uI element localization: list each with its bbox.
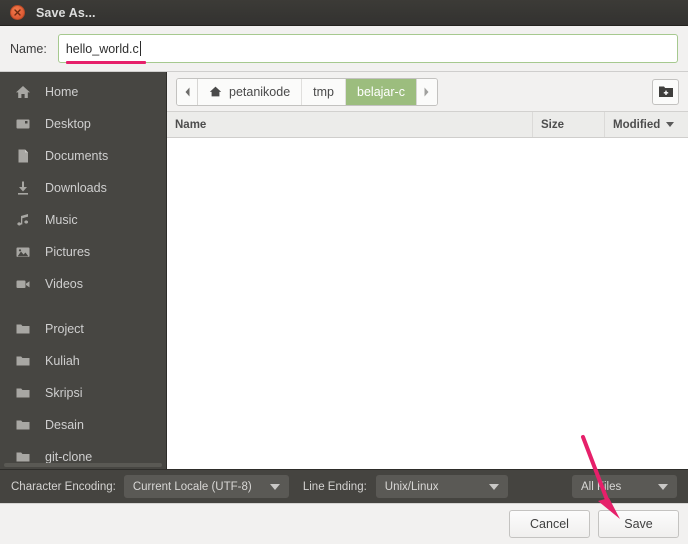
save-button[interactable]: Save — [598, 510, 679, 538]
breadcrumb-item-belajar-c[interactable]: belajar-c — [346, 78, 416, 105]
chevron-down-icon — [269, 483, 280, 490]
column-header-modified[interactable]: Modified — [605, 112, 688, 137]
name-row: Name: hello_world.c — [0, 26, 688, 71]
breadcrumb-item-petanikode[interactable]: petanikode — [198, 78, 303, 105]
chevron-left-icon[interactable] — [177, 78, 198, 105]
breadcrumb-label: belajar-c — [357, 84, 405, 99]
filter-value: All Files — [581, 480, 622, 493]
sidebar-item-label: Desktop — [45, 117, 91, 131]
breadcrumb-item-tmp[interactable]: tmp — [302, 78, 347, 105]
breadcrumb-label: tmp — [313, 84, 335, 99]
encoding-label: Character Encoding: — [11, 480, 116, 493]
save-as-dialog: Save As... Name: hello_world.c Home Desk… — [0, 0, 688, 544]
sidebar-item-videos[interactable]: Videos — [0, 268, 166, 300]
sidebar-item-label: Documents — [45, 149, 109, 163]
sidebar-item-documents[interactable]: Documents — [0, 140, 166, 172]
file-browser-pane: petanikode tmp belajar-c Name Size Modif… — [166, 72, 688, 469]
sidebar-horizontal-scrollbar[interactable] — [4, 463, 162, 467]
download-icon — [14, 180, 31, 197]
new-folder-icon — [658, 86, 673, 97]
sidebar-separator — [0, 300, 166, 313]
sidebar-item-label: Music — [45, 213, 78, 227]
character-encoding-select[interactable]: Current Locale (UTF-8) — [123, 475, 289, 498]
options-bar: Character Encoding: Current Locale (UTF-… — [0, 469, 688, 503]
chevron-down-icon — [658, 483, 668, 490]
sidebar-item-label: Pictures — [45, 245, 91, 259]
chevron-down-icon — [488, 483, 499, 490]
column-label: Modified — [613, 118, 661, 131]
sidebar-item-kuliah[interactable]: Kuliah — [0, 345, 166, 377]
column-header-size[interactable]: Size — [533, 112, 605, 137]
folder-icon — [14, 321, 31, 338]
new-folder-button[interactable] — [652, 78, 679, 105]
folder-icon — [14, 353, 31, 370]
folder-icon — [14, 417, 31, 434]
sidebar-item-project[interactable]: Project — [0, 313, 166, 345]
chevron-right-icon[interactable] — [415, 78, 437, 105]
sidebar-item-music[interactable]: Music — [0, 204, 166, 236]
sidebar-item-label: Videos — [45, 277, 83, 291]
sidebar-item-pictures[interactable]: Pictures — [0, 236, 166, 268]
close-glyph — [14, 9, 21, 16]
annotation-underline — [66, 61, 146, 64]
filename-input[interactable]: hello_world.c — [57, 34, 678, 63]
music-note-icon — [14, 212, 31, 229]
home-icon — [209, 85, 222, 98]
sidebar-item-desain[interactable]: Desain — [0, 409, 166, 441]
breadcrumb-label: petanikode — [229, 84, 291, 99]
line-ending-select[interactable]: Unix/Linux — [375, 475, 508, 498]
window-title: Save As... — [36, 5, 96, 20]
encoding-value: Current Locale (UTF-8) — [132, 480, 252, 493]
name-label: Name: — [10, 41, 47, 56]
sidebar-item-home[interactable]: Home — [0, 76, 166, 108]
breadcrumb: petanikode tmp belajar-c — [176, 77, 438, 106]
document-icon — [14, 148, 31, 165]
home-icon — [14, 84, 31, 101]
text-caret — [139, 41, 141, 56]
video-camera-icon — [14, 276, 31, 293]
cancel-button[interactable]: Cancel — [509, 510, 590, 538]
file-filter-select[interactable]: All Files — [572, 475, 677, 498]
title-bar: Save As... — [0, 0, 688, 26]
filename-value: hello_world.c — [65, 41, 139, 56]
sidebar-item-downloads[interactable]: Downloads — [0, 172, 166, 204]
file-list-header: Name Size Modified — [167, 112, 688, 138]
column-label: Name — [175, 118, 207, 131]
desktop-icon — [14, 116, 31, 133]
column-header-name[interactable]: Name — [167, 112, 533, 137]
sidebar-item-label: Desain — [45, 418, 84, 432]
folder-icon — [14, 385, 31, 402]
sidebar-item-label: Downloads — [45, 181, 107, 195]
dialog-body: Home Desktop Documents Downloads Music P… — [0, 71, 688, 469]
picture-icon — [14, 244, 31, 261]
column-label: Size — [541, 118, 565, 131]
places-sidebar: Home Desktop Documents Downloads Music P… — [0, 72, 166, 469]
sidebar-item-label: Project — [45, 322, 84, 336]
file-list[interactable] — [167, 138, 688, 469]
sidebar-item-label: Home — [45, 85, 79, 99]
action-bar: Cancel Save — [0, 503, 688, 544]
sidebar-item-skripsi[interactable]: Skripsi — [0, 377, 166, 409]
line-ending-label: Line Ending: — [302, 480, 367, 493]
sidebar-item-label: Kuliah — [45, 354, 80, 368]
sidebar-item-label: git-clone — [45, 450, 93, 464]
sort-descending-icon — [666, 122, 675, 127]
sidebar-item-label: Skripsi — [45, 386, 83, 400]
line-ending-value: Unix/Linux — [384, 480, 439, 493]
sidebar-item-desktop[interactable]: Desktop — [0, 108, 166, 140]
close-icon[interactable] — [10, 5, 25, 20]
path-bar: petanikode tmp belajar-c — [167, 72, 688, 112]
